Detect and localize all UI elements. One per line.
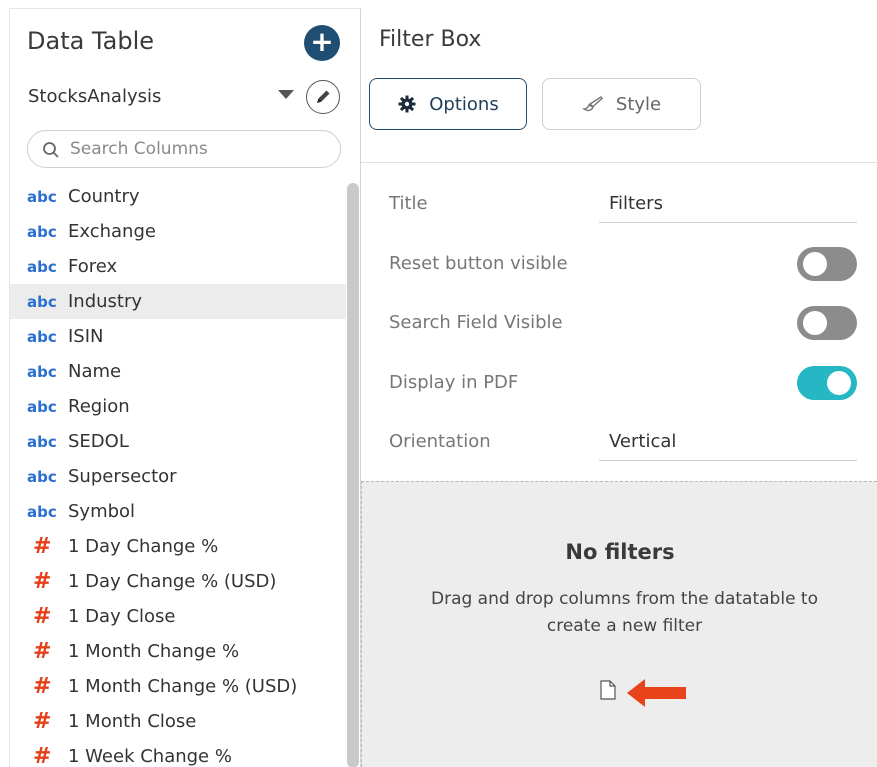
column-item[interactable]: abc Industry: [10, 284, 346, 319]
column-name: Country: [68, 186, 140, 207]
column-item[interactable]: #1 Day Close: [10, 599, 346, 634]
search-field-visible-toggle[interactable]: [797, 306, 857, 340]
numeric-type-icon: #: [33, 673, 52, 699]
column-list-scrollbar[interactable]: [347, 183, 359, 767]
column-item[interactable]: #1 Week Change %: [10, 739, 346, 767]
document-icon: [600, 680, 616, 700]
tab-options-label: Options: [429, 93, 499, 115]
tab-options[interactable]: Options: [369, 78, 527, 130]
column-item[interactable]: #1 Month Change %: [10, 634, 346, 669]
search-field[interactable]: [27, 130, 341, 168]
column-name: 1 Day Close: [68, 606, 176, 627]
gear-icon: [398, 95, 416, 113]
reset-button-visible-toggle[interactable]: [797, 247, 857, 281]
add-column-button[interactable]: +: [304, 25, 340, 61]
column-item[interactable]: abc Region: [10, 389, 346, 424]
column-item[interactable]: #1 Month Close: [10, 704, 346, 739]
column-item[interactable]: abc Symbol: [10, 494, 346, 529]
column-name: 1 Week Change %: [68, 746, 232, 767]
column-name: SEDOL: [68, 431, 129, 452]
column-name: 1 Day Change %: [68, 536, 219, 557]
column-name: Name: [68, 361, 122, 382]
text-type-icon: abc: [27, 397, 57, 416]
toggle-knob: [803, 252, 827, 276]
column-name: Forex: [68, 256, 118, 277]
filter-box-panel: Filter Box Options Style Title Filters R…: [361, 0, 877, 767]
pencil-icon: [317, 90, 330, 103]
column-item[interactable]: abc Country: [10, 179, 346, 214]
orientation-select[interactable]: Vertical: [599, 427, 857, 461]
search-icon: [43, 142, 59, 158]
toggle-knob: [827, 371, 851, 395]
text-type-icon: abc: [27, 292, 57, 311]
column-name: 1 Month Change % (USD): [68, 676, 298, 697]
column-name: 1 Month Change %: [68, 641, 240, 662]
numeric-type-icon: #: [33, 708, 52, 734]
numeric-type-icon: #: [33, 638, 52, 664]
column-item[interactable]: abc SEDOL: [10, 424, 346, 459]
divider: [361, 162, 877, 163]
title-input[interactable]: Filters: [599, 189, 857, 223]
empty-state-title: No filters: [565, 540, 675, 564]
display-in-pdf-toggle[interactable]: [797, 366, 857, 400]
column-item[interactable]: #1 Day Change % (USD): [10, 564, 346, 599]
column-name: Symbol: [68, 501, 136, 522]
arrow-left-icon: [627, 679, 686, 707]
orientation-label: Orientation: [389, 431, 491, 452]
display-in-pdf-label: Display in PDF: [389, 372, 519, 393]
datasource-name: StocksAnalysis: [28, 86, 162, 107]
numeric-type-icon: #: [33, 568, 52, 594]
empty-state-description: Drag and drop columns from the datatable…: [430, 589, 818, 636]
search-input[interactable]: [70, 137, 330, 161]
column-item[interactable]: #1 Day Change %: [10, 529, 346, 564]
reset-button-visible-label: Reset button visible: [389, 253, 568, 274]
text-type-icon: abc: [27, 502, 57, 521]
text-type-icon: abc: [27, 327, 57, 346]
text-type-icon: abc: [27, 467, 57, 486]
column-list: abc Country abc Exchange abc Forex abc Industry…: [10, 179, 346, 767]
column-name: Industry: [68, 291, 143, 312]
toggle-knob: [803, 311, 827, 335]
tab-style-label: Style: [615, 93, 662, 115]
column-item[interactable]: abc Exchange: [10, 214, 346, 249]
filter-drop-zone[interactable]: No filters Drag and drop columns from th…: [361, 481, 877, 767]
text-type-icon: abc: [27, 257, 57, 276]
data-table-panel: Data Table + StocksAnalysis abcCountryab…: [9, 8, 361, 767]
text-type-icon: abc: [27, 362, 57, 381]
column-item[interactable]: #1 Month Change % (USD): [10, 669, 346, 704]
column-name: Supersector: [68, 466, 177, 487]
column-name: Exchange: [68, 221, 156, 242]
text-type-icon: abc: [27, 432, 57, 451]
edit-datasource-button[interactable]: [306, 80, 340, 114]
column-name: Region: [68, 396, 130, 417]
numeric-type-icon: #: [33, 603, 52, 629]
caret-down-icon[interactable]: [278, 90, 294, 99]
title-label: Title: [389, 193, 428, 214]
panel-title: Filter Box: [379, 27, 482, 52]
column-item[interactable]: abc Supersector: [10, 459, 346, 494]
text-type-icon: abc: [27, 187, 57, 206]
text-type-icon: abc: [27, 222, 57, 241]
column-item[interactable]: abc Name: [10, 354, 346, 389]
panel-title: Data Table: [27, 27, 154, 55]
brush-icon: [581, 96, 603, 112]
numeric-type-icon: #: [33, 743, 52, 767]
column-name: 1 Month Close: [68, 711, 197, 732]
column-name: 1 Day Change % (USD): [68, 571, 277, 592]
column-item[interactable]: abc ISIN: [10, 319, 346, 354]
tab-style[interactable]: Style: [542, 78, 701, 130]
search-field-visible-label: Search Field Visible: [389, 312, 563, 333]
column-name: ISIN: [68, 326, 104, 347]
numeric-type-icon: #: [33, 533, 52, 559]
column-item[interactable]: abc Forex: [10, 249, 346, 284]
